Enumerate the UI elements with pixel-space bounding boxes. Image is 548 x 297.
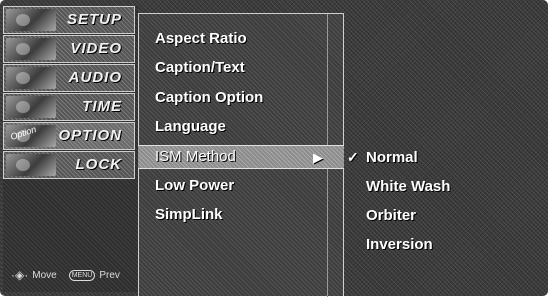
menu-item-ism-method[interactable]: ISM Method bbox=[155, 148, 236, 165]
arrow-right-icon: ▶ bbox=[313, 150, 323, 165]
ism-method-submenu: ✓ Normal White Wash Orbiter Inversion bbox=[344, 149, 544, 295]
sidebar-item-time[interactable]: TIME bbox=[3, 93, 135, 121]
sidebar-item-lock[interactable]: LOCK bbox=[3, 151, 135, 179]
lock-icon bbox=[6, 154, 56, 176]
menu-item-aspect-ratio[interactable]: Aspect Ratio bbox=[155, 30, 247, 47]
time-icon bbox=[6, 96, 56, 118]
sidebar-item-label: TIME bbox=[82, 98, 122, 115]
menu-item-low-power[interactable]: Low Power bbox=[155, 177, 234, 194]
audio-icon bbox=[6, 67, 56, 89]
sidebar-item-option[interactable]: Option OPTION bbox=[3, 122, 135, 150]
sidebar-item-label: LOCK bbox=[75, 156, 122, 173]
sidebar-item-video[interactable]: VIDEO bbox=[3, 35, 135, 63]
sidebar-item-audio[interactable]: AUDIO bbox=[3, 64, 135, 92]
menu-item-caption-option[interactable]: Caption Option bbox=[155, 89, 263, 106]
setup-icon bbox=[6, 9, 56, 31]
menu-key-icon: MENU bbox=[68, 269, 96, 281]
move-icon: ·◈· bbox=[11, 268, 29, 282]
sidebar-item-label: SETUP bbox=[66, 11, 122, 28]
sidebar-item-label: OPTION bbox=[58, 127, 122, 144]
submenu-item-white-wash[interactable]: White Wash bbox=[366, 178, 450, 195]
video-icon bbox=[6, 38, 56, 60]
sidebar-item-setup[interactable]: SETUP bbox=[3, 6, 135, 34]
prev-label: Prev bbox=[99, 269, 120, 281]
submenu-item-normal[interactable]: Normal bbox=[366, 149, 418, 166]
option-icon: Option bbox=[6, 124, 56, 147]
sidebar-item-label: AUDIO bbox=[68, 69, 122, 86]
category-sidebar: SETUP VIDEO AUDIO TIME Option OPTION LOC… bbox=[3, 6, 138, 292]
move-label: Move bbox=[32, 269, 57, 281]
menu-item-simplink[interactable]: SimpLink bbox=[155, 206, 223, 223]
menu-item-caption-text[interactable]: Caption/Text bbox=[155, 59, 245, 76]
navigation-hint: ·◈· Move MENU Prev bbox=[11, 268, 120, 282]
submenu-item-inversion[interactable]: Inversion bbox=[366, 236, 433, 253]
menu-item-language[interactable]: Language bbox=[155, 118, 226, 135]
submenu-item-orbiter[interactable]: Orbiter bbox=[366, 207, 416, 224]
sidebar-item-label: VIDEO bbox=[70, 40, 122, 57]
tv-menu-screen: SETUP VIDEO AUDIO TIME Option OPTION LOC… bbox=[0, 0, 548, 297]
checkmark-icon: ✓ bbox=[347, 149, 359, 165]
option-badge: Option bbox=[9, 124, 38, 142]
